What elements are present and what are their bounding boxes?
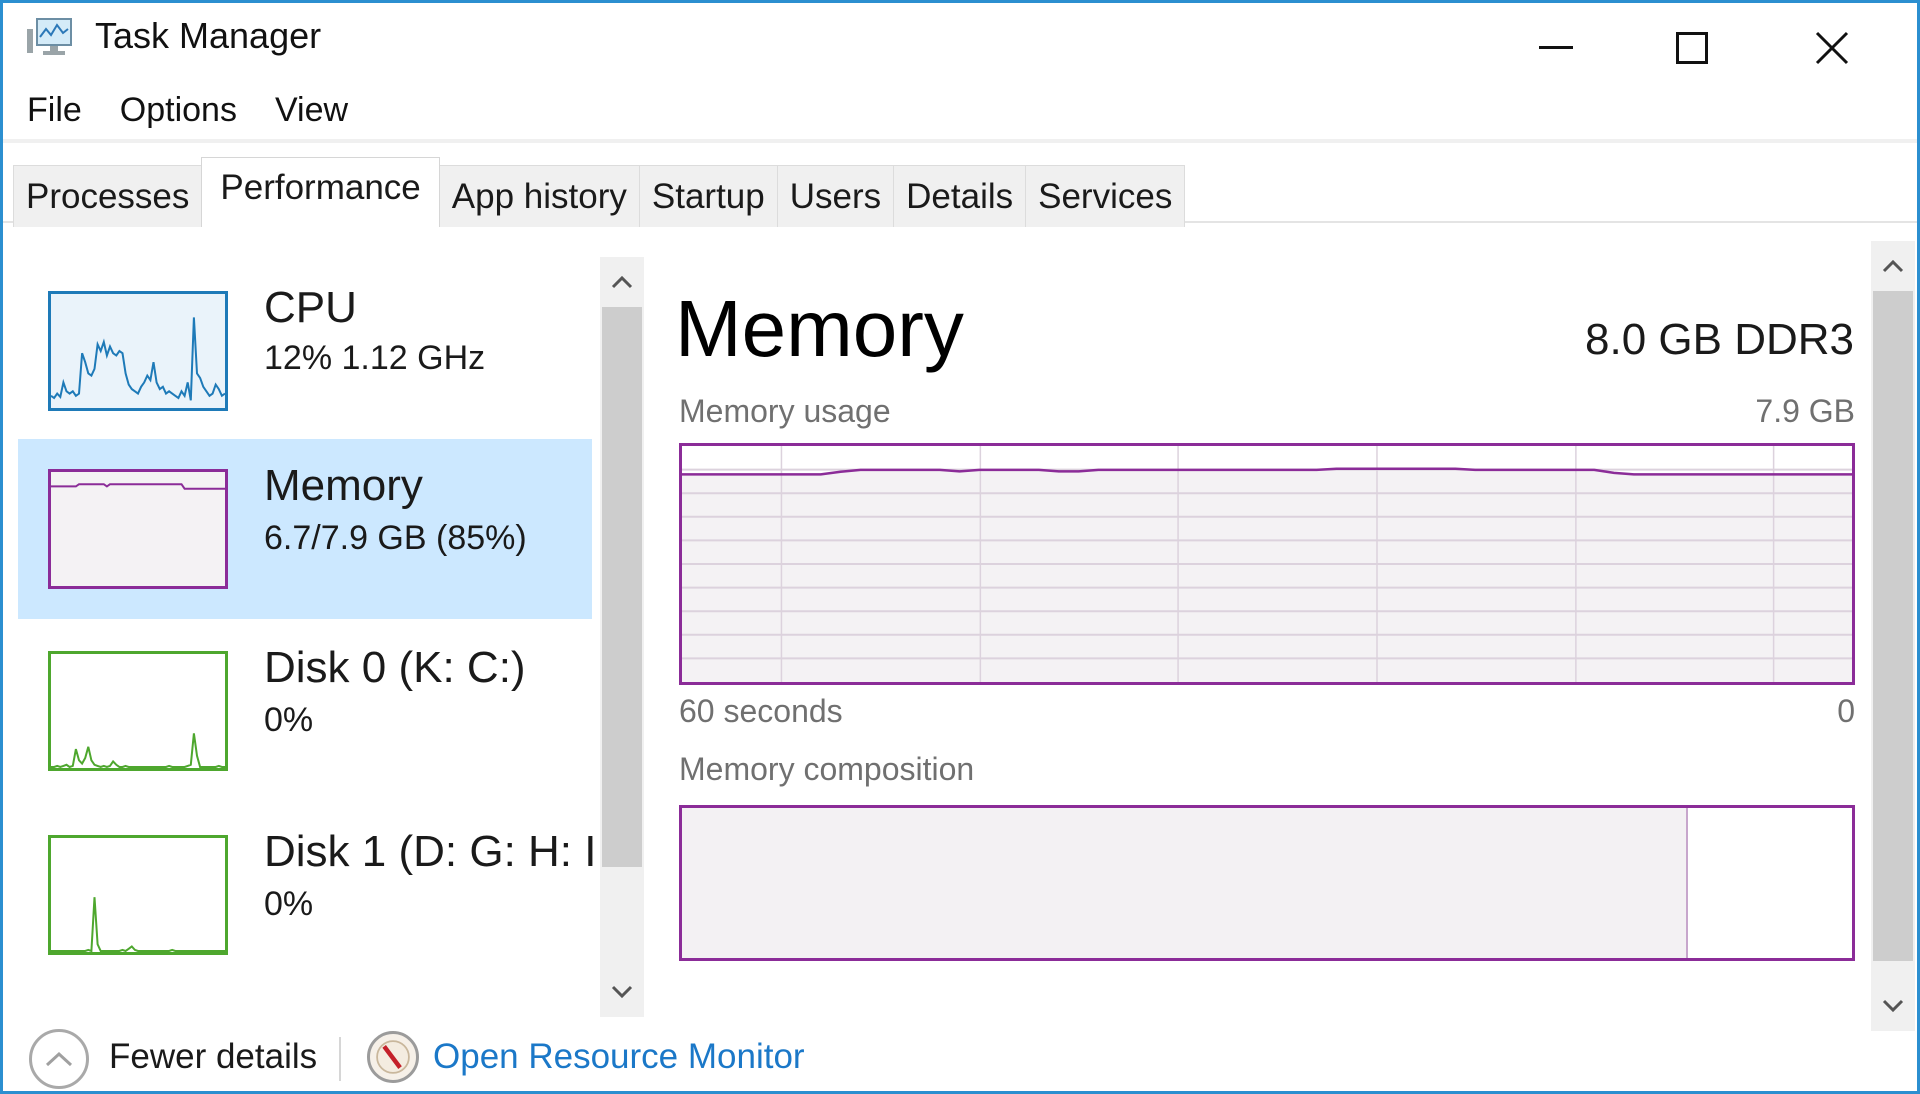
open-resource-monitor-link[interactable]: Open Resource Monitor [433, 1037, 805, 1077]
sidebar-item-label: Memory [264, 461, 423, 510]
menu-file[interactable]: File [3, 85, 102, 135]
page-title: Memory [675, 284, 964, 373]
time-axis-right-label: 0 [1837, 693, 1855, 729]
scroll-down-button[interactable] [600, 967, 644, 1017]
memory-usage-max: 7.9 GB [1755, 393, 1855, 429]
memory-usage-chart [682, 446, 1852, 682]
menu-view[interactable]: View [257, 85, 368, 135]
memory-composition-bar [679, 805, 1855, 961]
chevron-up-icon [1882, 259, 1904, 273]
disk-0-sparkline [48, 651, 228, 771]
tab-details[interactable]: Details [893, 165, 1027, 227]
sidebar-item-value: 12% 1.12 GHz [264, 339, 486, 377]
chevron-up-circle-icon [45, 1051, 73, 1067]
fewer-details-link[interactable]: Fewer details [109, 1037, 317, 1077]
sparkline-frame [48, 835, 228, 955]
sidebar-item-value: 0% [264, 885, 314, 923]
chevron-down-icon [611, 985, 633, 999]
memory-usage-label: Memory usage [679, 393, 891, 429]
menu-options[interactable]: Options [102, 85, 257, 135]
scrollbar-thumb[interactable] [602, 307, 642, 867]
tab-startup[interactable]: Startup [638, 165, 778, 227]
memory-composition-label: Memory composition [679, 751, 975, 787]
close-button[interactable] [1797, 23, 1867, 73]
main-scrollbar[interactable] [1871, 241, 1915, 1031]
scroll-up-button[interactable] [600, 257, 644, 307]
tab-processes[interactable]: Processes [13, 165, 203, 227]
sidebar-item-value: 6.7/7.9 GB (85%) [264, 519, 527, 557]
tab-app-history[interactable]: App history [438, 165, 640, 227]
title-bar[interactable]: Task Manager [3, 3, 1917, 71]
tab-bar: Processes Performance App history Startu… [3, 139, 1917, 227]
sidebar-item-disk-1[interactable]: Disk 1 (D: G: H: I 0% [18, 805, 596, 985]
tab-services[interactable]: Services [1025, 165, 1186, 227]
time-axis-left-label: 60 seconds [679, 693, 843, 729]
memory-spec: 8.0 GB DDR3 [1585, 315, 1854, 364]
resource-monitor-icon [367, 1031, 419, 1083]
memory-sparkline [48, 469, 228, 589]
sidebar-item-cpu[interactable]: CPU 12% 1.12 GHz [18, 227, 592, 411]
footer: Fewer details Open Resource Monitor [3, 1025, 1917, 1093]
scrollbar-thumb[interactable] [1873, 291, 1913, 961]
task-manager-icon [27, 18, 72, 55]
tab-performance[interactable]: Performance [201, 157, 440, 227]
sidebar-item-disk-0[interactable]: Disk 0 (K: C:) 0% [18, 621, 592, 801]
tab-users[interactable]: Users [776, 165, 895, 227]
memory-detail-panel: Memory 8.0 GB DDR3 Memory usage 7.9 GB 6… [663, 221, 1915, 1031]
scroll-up-button[interactable] [1871, 241, 1915, 291]
memory-usage-graph [679, 443, 1855, 685]
chevron-down-icon [1882, 999, 1904, 1013]
footer-separator [339, 1037, 341, 1081]
minimize-button[interactable] [1521, 23, 1591, 73]
scroll-down-button[interactable] [1871, 981, 1915, 1031]
chevron-up-icon [611, 275, 633, 289]
close-icon [1815, 31, 1849, 65]
task-manager-window: Task Manager File Options View Processes… [0, 0, 1920, 1094]
disk-1-sparkline [48, 835, 228, 955]
window-title: Task Manager [95, 15, 322, 56]
sidebar-item-label: Disk 1 (D: G: H: I [264, 827, 596, 876]
fewer-details-button[interactable] [29, 1029, 89, 1089]
sidebar-scrollbar[interactable] [600, 257, 644, 1017]
resource-sidebar: CPU 12% 1.12 GHz Memory 6.7/7.9 GB (85%)… [6, 221, 646, 1021]
cpu-sparkline [48, 291, 228, 411]
memory-in-use-segment[interactable] [682, 808, 1689, 958]
sidebar-item-label: CPU [264, 283, 357, 332]
menu-bar: File Options View [3, 85, 368, 135]
sidebar-item-memory[interactable]: Memory 6.7/7.9 GB (85%) [18, 439, 592, 619]
sidebar-item-label: Disk 0 (K: C:) [264, 643, 526, 692]
sparkline-area [51, 484, 225, 586]
maximize-icon [1676, 32, 1708, 64]
sidebar-item-value: 0% [264, 701, 314, 739]
minimize-icon [1539, 46, 1573, 49]
maximize-button[interactable] [1657, 23, 1727, 73]
